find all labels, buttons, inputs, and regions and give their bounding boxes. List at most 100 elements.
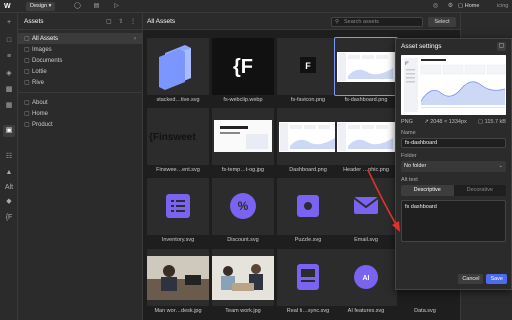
asset-tile[interactable]: Email.svg xyxy=(335,178,397,247)
asset-tile[interactable]: Puzzle.svg xyxy=(277,178,339,247)
asset-tile[interactable]: Ffs-favicon.png xyxy=(277,38,339,107)
asset-caption: stacked…tive.svg xyxy=(156,97,200,103)
cancel-button[interactable]: Cancel xyxy=(458,274,484,284)
webflow-logo[interactable]: W xyxy=(4,3,11,10)
asset-thumbnail[interactable] xyxy=(277,108,339,165)
folder-label: Images xyxy=(32,46,52,53)
folder-all-assets[interactable]: ▢ All Assets › xyxy=(18,33,142,44)
components-icon[interactable]: ◈ xyxy=(3,68,15,80)
file-size-text: ▢ 115.7 kB xyxy=(477,119,506,125)
asset-tile[interactable]: % Discount.svg xyxy=(212,178,274,247)
pages-icon[interactable]: □ xyxy=(3,35,15,47)
settings-icon[interactable]: ⚙ xyxy=(446,2,455,11)
asset-tile[interactable]: {Finsweet Finswee…ent.svg xyxy=(147,108,209,177)
chevron-right-icon: › xyxy=(134,35,136,42)
descriptive-tab[interactable]: Descriptive xyxy=(401,185,454,196)
asset-tile[interactable]: Inventory.svg xyxy=(147,178,209,247)
svg-text:F: F xyxy=(305,61,311,71)
apps-icon[interactable]: ☷ xyxy=(3,151,15,163)
asset-thumbnail[interactable] xyxy=(277,249,339,306)
asset-thumbnail[interactable] xyxy=(147,38,209,95)
asset-thumbnail[interactable]: AI xyxy=(335,249,397,306)
folder-label: Home xyxy=(32,110,49,117)
close-icon[interactable]: ▢ xyxy=(497,41,506,51)
finsweet-icon[interactable]: {F xyxy=(3,212,15,224)
page-breadcrumb-home[interactable]: ▢ Home xyxy=(458,2,479,11)
folder-rive[interactable]: ▢ Rive xyxy=(18,77,142,88)
file-type: PNG xyxy=(401,119,413,125)
folder-icon: ▢ xyxy=(24,80,30,86)
search-icon: ⚲ xyxy=(335,19,340,25)
asset-tile[interactable]: Team work.jpg xyxy=(212,249,274,318)
folder-icon: ▢ xyxy=(24,122,30,128)
more-icon[interactable]: ⋮ xyxy=(130,19,136,25)
folder-select-value: No folder xyxy=(404,163,427,169)
folder-label: Documents xyxy=(32,57,63,64)
chart-icon[interactable]: ▤ xyxy=(92,2,101,11)
folder-lottie[interactable]: ▢ Lottie xyxy=(18,66,142,77)
preview-logo: {F xyxy=(405,60,409,65)
globe-icon[interactable]: ◎ xyxy=(431,2,440,11)
asset-thumbnail[interactable]: {F xyxy=(212,38,274,95)
asset-caption: Header …phic.png xyxy=(343,167,389,173)
select-button[interactable]: Select xyxy=(428,17,456,27)
svg-text:AI: AI xyxy=(363,275,370,282)
asset-thumbnail[interactable] xyxy=(334,37,398,96)
asset-thumbnail[interactable] xyxy=(277,178,339,235)
folder-documents[interactable]: ▢ Documents xyxy=(18,55,142,66)
search-input[interactable]: ⚲ Search assets xyxy=(331,17,423,27)
asset-caption: AI features.svg xyxy=(347,308,385,314)
navigator-icon[interactable]: ≡ xyxy=(3,51,15,63)
asset-caption: fs-temp…t-og.jpg xyxy=(221,167,265,173)
name-field[interactable]: fs-dashboard xyxy=(401,138,506,148)
folder-select[interactable]: No folder ⌄ xyxy=(401,161,506,172)
assets-panel: Assets ▢ ⇧ ⋮ ▢ All Assets › ▢ Images ▢ D… xyxy=(18,13,143,320)
asset-thumbnail[interactable]: {Finsweet xyxy=(147,108,209,165)
asset-thumbnail[interactable]: % xyxy=(212,178,274,235)
folder-about[interactable]: ▢ About xyxy=(18,97,142,108)
page-breadcrumb-pricing[interactable]: icing xyxy=(497,2,508,11)
left-rail: + □ ≡ ◈ ▩ ▦ ▣ ☷ ▲ Alt ◆ {F xyxy=(0,13,18,320)
asset-tile[interactable]: stacked…tive.svg xyxy=(147,38,209,107)
design-mode-button[interactable]: Design ▾ xyxy=(26,2,56,11)
folder-product[interactable]: ▢ Product xyxy=(18,119,142,130)
assets-title: Assets xyxy=(24,17,44,25)
styles-icon[interactable]: ▦ xyxy=(3,100,15,112)
play-icon[interactable]: ▷ xyxy=(112,2,121,11)
asset-thumbnail[interactable] xyxy=(212,249,274,306)
decorative-tab[interactable]: Decorative xyxy=(454,185,507,196)
home-label: Home xyxy=(464,3,480,9)
dashboard-preview-image: {F xyxy=(401,55,506,115)
chevron-down-icon: ⌄ xyxy=(498,163,503,169)
cube-icon[interactable]: ◆ xyxy=(3,196,15,208)
dimensions-value: 2048 × 1334px xyxy=(430,119,467,125)
alt-text-input[interactable]: fs dashboard xyxy=(401,200,506,242)
asset-tile[interactable]: fs-dashboard.png xyxy=(334,37,398,107)
asset-thumbnail[interactable] xyxy=(335,108,397,165)
audit-icon[interactable]: ▲ xyxy=(3,167,15,179)
asset-tile[interactable]: Header …phic.png xyxy=(335,108,397,177)
folder-home[interactable]: ▢ Home xyxy=(18,108,142,119)
asset-tile[interactable]: Real ti…sync.svg xyxy=(277,249,339,318)
asset-tile[interactable]: AI AI features.svg xyxy=(335,249,397,318)
new-folder-icon[interactable]: ▢ xyxy=(106,19,112,25)
save-button[interactable]: Save xyxy=(486,274,507,284)
asset-tile[interactable]: fs-temp…t-og.jpg xyxy=(212,108,274,177)
asset-tile[interactable]: Dashboard.png xyxy=(277,108,339,177)
asset-tile[interactable]: {F fs-webclip.webp xyxy=(212,38,274,107)
add-icon[interactable]: + xyxy=(3,17,15,29)
asset-tile[interactable]: Man wor…desk.jpg xyxy=(147,249,209,318)
alt-text-icon[interactable]: Alt xyxy=(3,182,15,194)
asset-thumbnail[interactable] xyxy=(212,108,274,165)
assets-icon[interactable]: ▣ xyxy=(3,125,15,137)
asset-thumbnail[interactable] xyxy=(335,178,397,235)
asset-caption: Finswee…ent.svg xyxy=(156,167,200,173)
search-placeholder: Search assets xyxy=(344,19,379,25)
folder-images[interactable]: ▢ Images xyxy=(18,44,142,55)
asset-thumbnail[interactable]: F xyxy=(277,38,339,95)
variables-icon[interactable]: ▩ xyxy=(3,84,15,96)
upload-icon[interactable]: ⇧ xyxy=(118,19,123,25)
asset-thumbnail[interactable] xyxy=(147,178,209,235)
database-icon[interactable]: ◯ xyxy=(73,2,82,11)
asset-thumbnail[interactable] xyxy=(147,249,209,306)
